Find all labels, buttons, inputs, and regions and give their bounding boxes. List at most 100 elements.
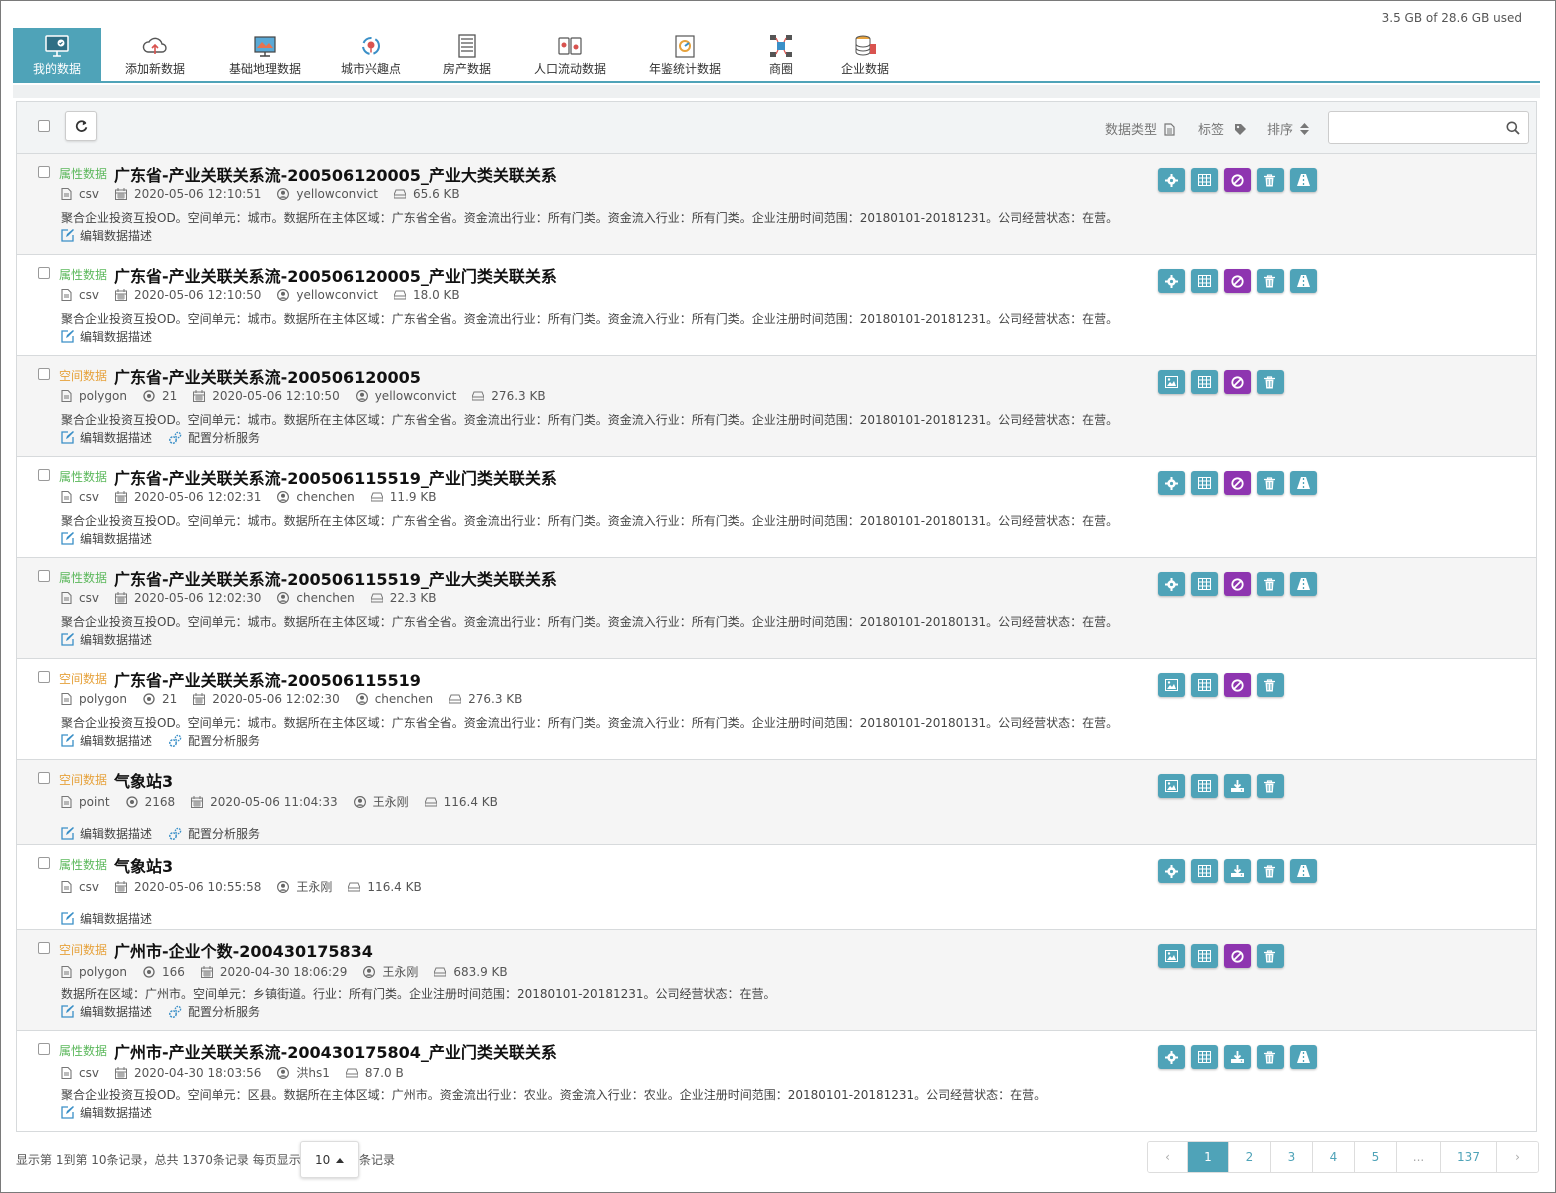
dataset-title[interactable]: 广东省-产业关联关系流-200506115519 [114,667,421,691]
page-5[interactable]: 5 [1355,1142,1397,1172]
nav-tab-6[interactable]: 年鉴统计数据 [637,28,733,81]
flow-map-button[interactable] [1290,471,1317,495]
delete-button[interactable] [1257,572,1284,596]
row-checkbox[interactable] [38,1043,50,1055]
dataset-title[interactable]: 广州市-企业个数-200430175834 [114,938,373,962]
edit-description-link[interactable]: 编辑数据描述 [61,328,152,345]
dataset-title[interactable]: 气象站3 [114,853,173,877]
delete-button[interactable] [1257,370,1284,394]
config-service-link[interactable]: 配置分析服务 [168,732,260,749]
nav-tab-3[interactable]: 城市兴趣点 [329,28,413,81]
table-view-button[interactable] [1191,944,1218,968]
table-view-button[interactable] [1191,168,1218,192]
download-button[interactable] [1224,859,1251,883]
unpublish-button[interactable] [1224,572,1251,596]
search-input[interactable] [1335,118,1495,138]
map-preview-button[interactable] [1158,673,1185,697]
row-checkbox[interactable] [38,267,50,279]
dataset-title[interactable]: 广东省-产业关联关系流-200506115519_产业大类关联关系 [114,566,557,590]
table-view-button[interactable] [1191,471,1218,495]
row-checkbox[interactable] [38,857,50,869]
row-checkbox[interactable] [38,671,50,683]
sort-control[interactable]: 排序 [1267,119,1310,138]
select-all-checkbox[interactable] [38,120,50,132]
edit-description-link[interactable]: 编辑数据描述 [61,1104,152,1121]
delete-button[interactable] [1257,269,1284,293]
nav-tab-4[interactable]: 房产数据 [427,28,507,81]
row-checkbox[interactable] [38,772,50,784]
edit-description-link[interactable]: 编辑数据描述 [61,429,152,446]
page-4[interactable]: 4 [1313,1142,1355,1172]
table-view-button[interactable] [1191,673,1218,697]
nav-tab-7[interactable]: 商圈 [759,28,803,81]
map-preview-button[interactable] [1158,370,1185,394]
search-icon[interactable] [1506,121,1520,135]
table-view-button[interactable] [1191,572,1218,596]
unpublish-button[interactable] [1224,168,1251,192]
map-preview-button[interactable] [1158,774,1185,798]
refresh-button[interactable] [65,111,97,141]
dataset-title[interactable]: 广州市-产业关联关系流-200430175804_产业门类关联关系 [114,1039,557,1063]
flow-map-button[interactable] [1290,168,1317,192]
settings-button[interactable] [1158,471,1185,495]
nav-tab-8[interactable]: 企业数据 [834,28,896,81]
unpublish-button[interactable] [1224,673,1251,697]
next-page-button[interactable]: › [1497,1142,1538,1172]
page-137[interactable]: 137 [1441,1142,1497,1172]
settings-button[interactable] [1158,859,1185,883]
delete-button[interactable] [1257,168,1284,192]
dataset-title[interactable]: 广东省-产业关联关系流-200506120005_产业门类关联关系 [114,263,557,287]
nav-tab-1[interactable]: 添加新数据 [110,28,200,81]
tag-filter[interactable]: 标签 [1198,119,1247,138]
edit-description-link[interactable]: 编辑数据描述 [61,530,152,547]
edit-description-link[interactable]: 编辑数据描述 [61,825,152,842]
unpublish-button[interactable] [1224,370,1251,394]
edit-description-link[interactable]: 编辑数据描述 [61,227,152,244]
delete-button[interactable] [1257,1045,1284,1069]
dataset-title[interactable]: 广东省-产业关联关系流-200506120005 [114,364,421,388]
unpublish-button[interactable] [1224,471,1251,495]
flow-map-button[interactable] [1290,859,1317,883]
settings-button[interactable] [1158,168,1185,192]
table-view-button[interactable] [1191,269,1218,293]
nav-tab-2[interactable]: 基础地理数据 [217,28,313,81]
row-checkbox[interactable] [38,570,50,582]
unpublish-button[interactable] [1224,269,1251,293]
row-checkbox[interactable] [38,942,50,954]
config-service-link[interactable]: 配置分析服务 [168,429,260,446]
delete-button[interactable] [1257,471,1284,495]
delete-button[interactable] [1257,859,1284,883]
table-view-button[interactable] [1191,774,1218,798]
row-checkbox[interactable] [38,166,50,178]
nav-tab-5[interactable]: 人口流动数据 [524,28,616,81]
config-service-link[interactable]: 配置分析服务 [168,825,260,842]
page-1[interactable]: 1 [1188,1142,1229,1172]
settings-button[interactable] [1158,269,1185,293]
unpublish-button[interactable] [1224,944,1251,968]
flow-map-button[interactable] [1290,1045,1317,1069]
map-preview-button[interactable] [1158,944,1185,968]
edit-description-link[interactable]: 编辑数据描述 [61,910,152,927]
prev-page-button[interactable]: ‹ [1148,1142,1188,1172]
download-button[interactable] [1224,1045,1251,1069]
flow-map-button[interactable] [1290,572,1317,596]
edit-description-link[interactable]: 编辑数据描述 [61,732,152,749]
edit-description-link[interactable]: 编辑数据描述 [61,631,152,648]
page-3[interactable]: 3 [1271,1142,1313,1172]
edit-description-link[interactable]: 编辑数据描述 [61,1003,152,1020]
delete-button[interactable] [1257,673,1284,697]
download-button[interactable] [1224,774,1251,798]
row-checkbox[interactable] [38,368,50,380]
data-type-filter[interactable]: 数据类型 [1105,119,1175,138]
flow-map-button[interactable] [1290,269,1317,293]
delete-button[interactable] [1257,774,1284,798]
page-2[interactable]: 2 [1229,1142,1271,1172]
table-view-button[interactable] [1191,859,1218,883]
dataset-title[interactable]: 广东省-产业关联关系流-200506115519_产业门类关联关系 [114,465,557,489]
dataset-title[interactable]: 气象站3 [114,768,173,792]
settings-button[interactable] [1158,572,1185,596]
table-view-button[interactable] [1191,1045,1218,1069]
table-view-button[interactable] [1191,370,1218,394]
row-checkbox[interactable] [38,469,50,481]
settings-button[interactable] [1158,1045,1185,1069]
